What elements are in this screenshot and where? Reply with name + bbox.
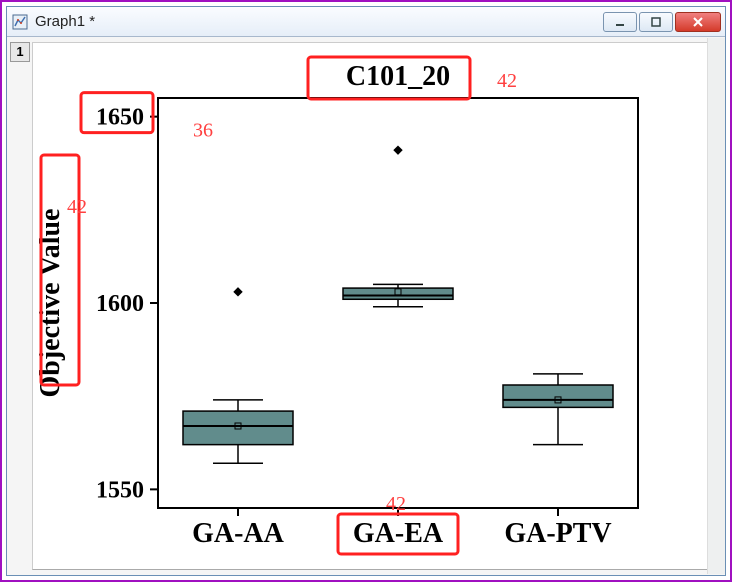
- chart-svg: C101_20155016001650Objective ValueGA-AAG…: [33, 43, 713, 573]
- y-tick-label: 1650: [96, 105, 144, 131]
- content-area: 1 C101_20155016001650Objective ValueGA-A…: [7, 37, 725, 575]
- x-tick-label: GA-EA: [353, 518, 444, 549]
- maximize-button[interactable]: [639, 12, 673, 32]
- annotation-ytick: 36: [193, 120, 213, 142]
- box: [503, 385, 613, 407]
- graph-window: Graph1 * 1 C101_20155016001650Objective …: [6, 6, 726, 576]
- annotation-title: 42: [497, 70, 517, 92]
- box: [183, 411, 293, 445]
- chart-canvas[interactable]: C101_20155016001650Objective ValueGA-AAG…: [32, 42, 715, 570]
- x-tick-label: GA-PTV: [504, 518, 611, 549]
- close-button[interactable]: [675, 12, 721, 32]
- annotation-xtick: 42: [386, 493, 406, 515]
- chart-title: C101_20: [346, 61, 450, 92]
- minimize-button[interactable]: [603, 12, 637, 32]
- y-tick-label: 1550: [96, 477, 144, 503]
- vertical-scrollbar[interactable]: [707, 38, 725, 574]
- layer-tab[interactable]: 1: [10, 42, 30, 62]
- titlebar[interactable]: Graph1 *: [7, 7, 725, 37]
- window-title: Graph1 *: [35, 13, 601, 30]
- box: [343, 288, 453, 299]
- annotation-ylabel: 42: [67, 196, 87, 218]
- x-tick-label: GA-AA: [192, 518, 285, 549]
- y-tick-label: 1600: [96, 291, 144, 317]
- window-controls: [601, 12, 721, 32]
- app-icon: [11, 13, 29, 31]
